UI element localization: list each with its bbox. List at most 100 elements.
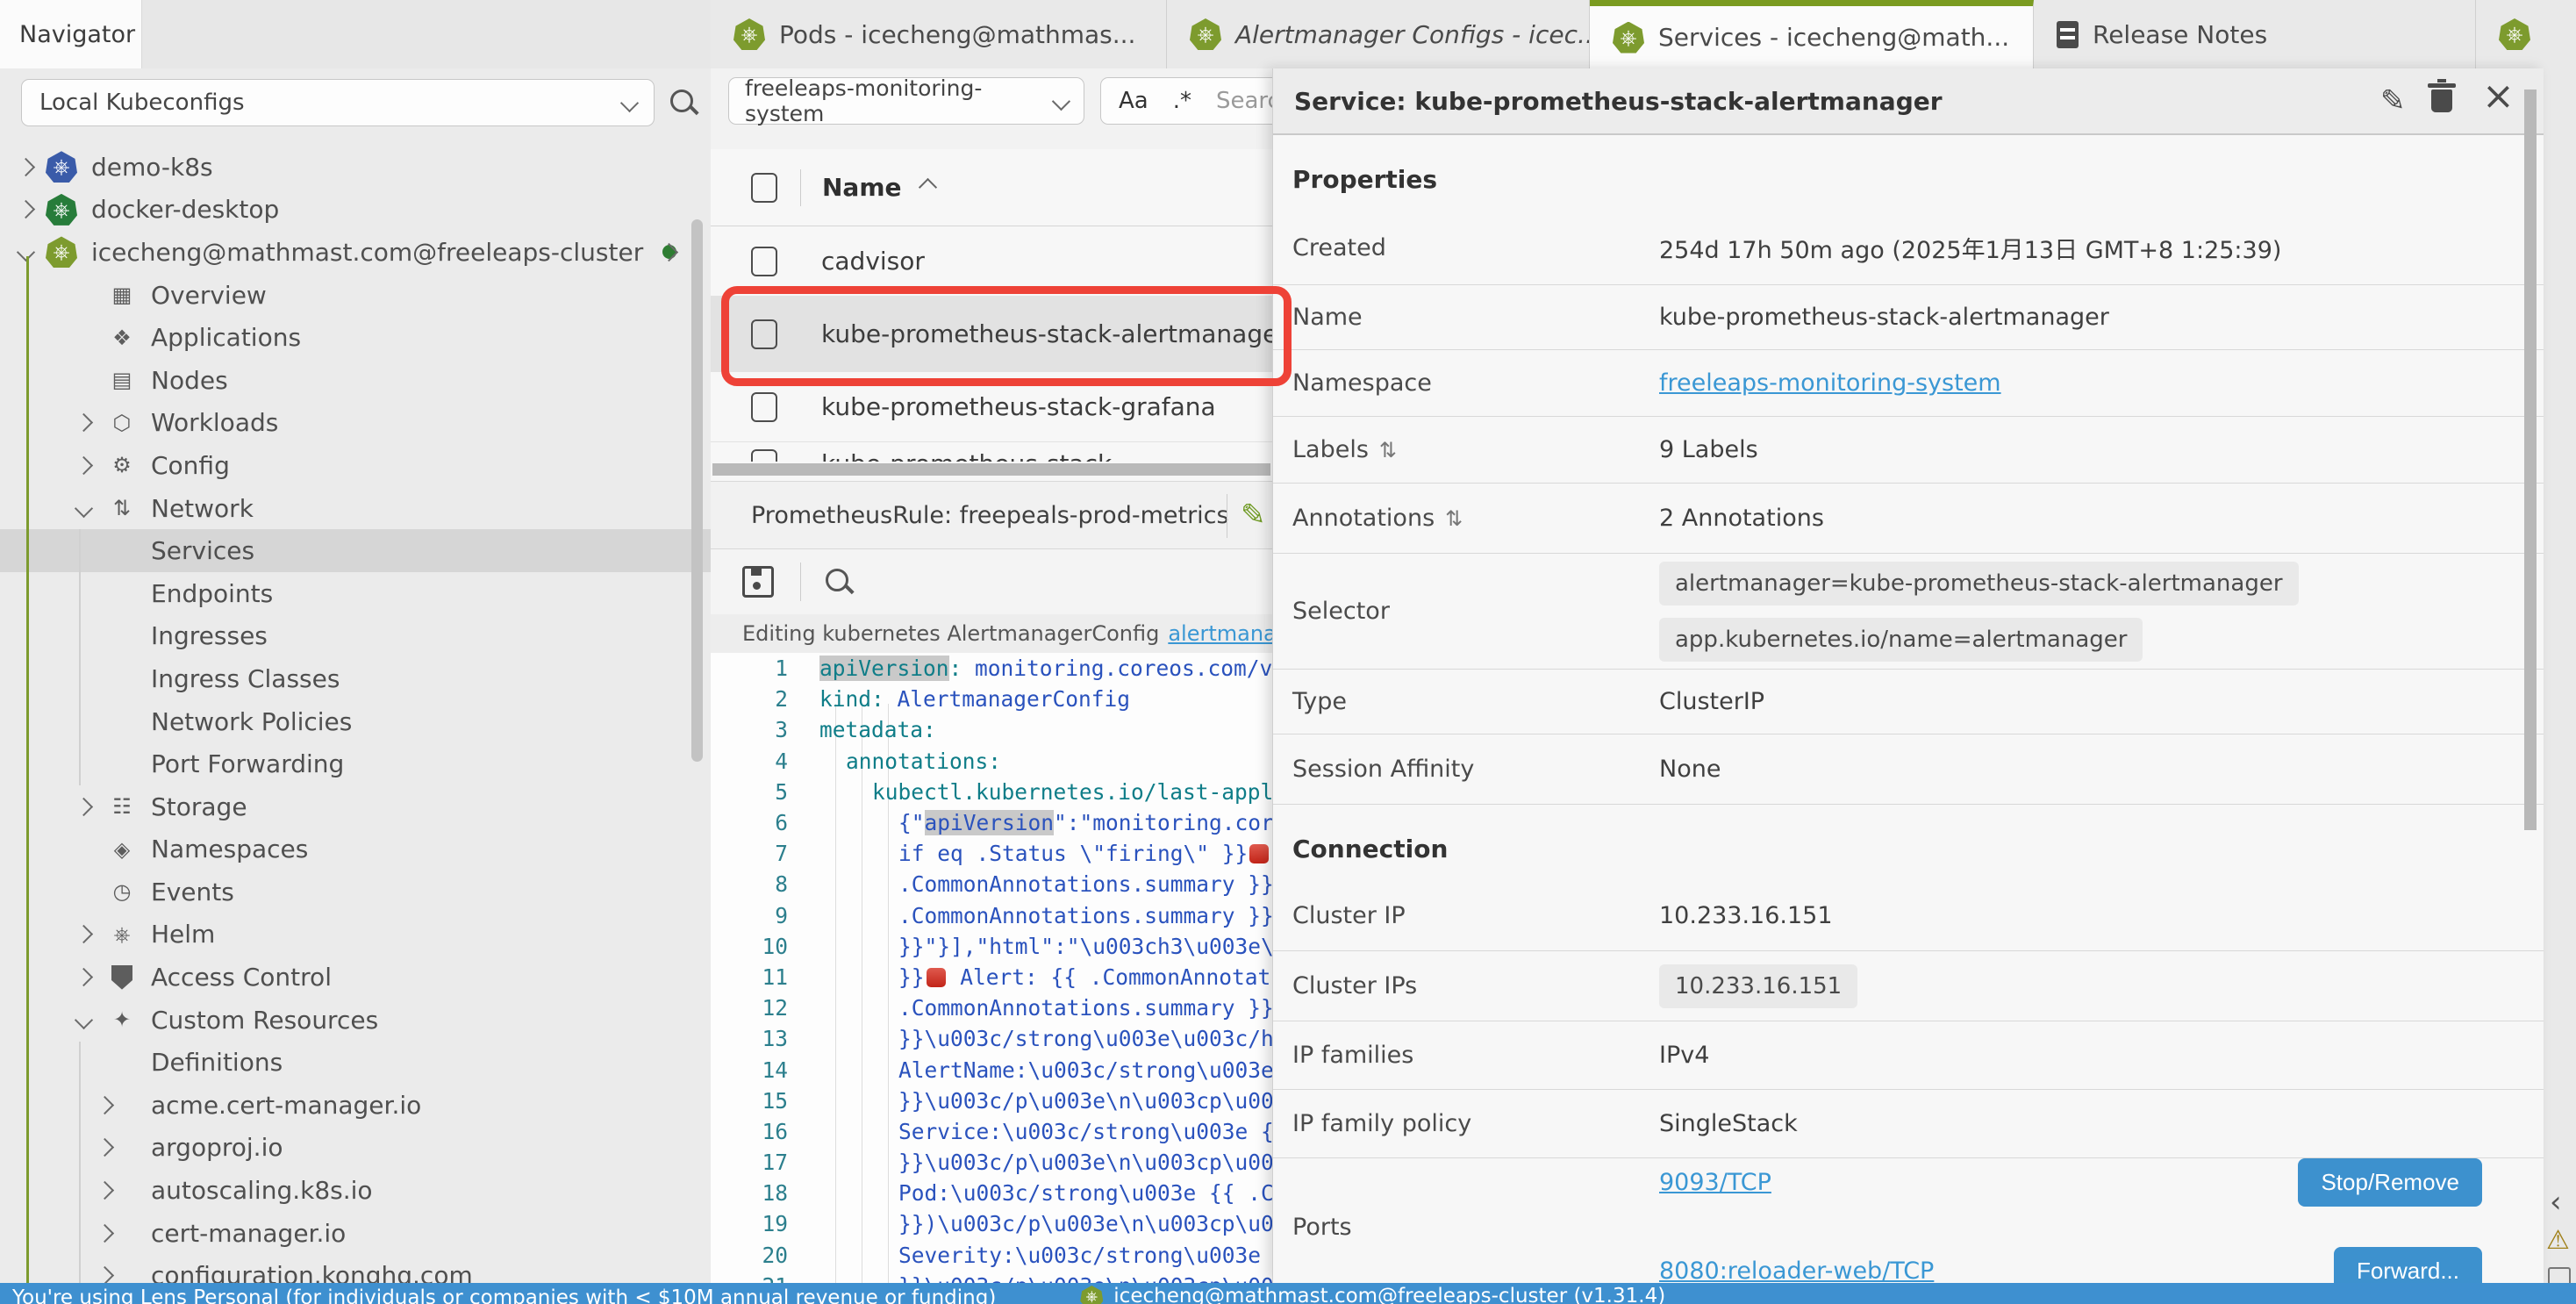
sidebar-item-workloads[interactable]: ⬡Workloads <box>0 402 711 445</box>
service-name: kube-prometheus-stack-grafana <box>821 392 1216 421</box>
sidebar-item-namespaces[interactable]: ◈Namespaces <box>0 828 711 871</box>
sidebar-item-config[interactable]: ⚙Config <box>0 444 711 487</box>
delete-trash-icon[interactable] <box>2431 90 2452 112</box>
port-link[interactable]: 8080:reloader-web/TCP <box>1659 1257 1934 1283</box>
sidebar-item-ingresses[interactable]: Ingresses <box>0 615 711 658</box>
property-label-text: Name <box>1292 304 1363 331</box>
sidebar-item-content: Ingress Classes <box>151 664 340 693</box>
sidebar-item-label: Port Forwarding <box>151 749 344 778</box>
sidebar-item-events[interactable]: ◷Events <box>0 871 711 914</box>
sidebar-item-label: docker-desktop <box>91 195 279 224</box>
collapse-left-icon[interactable]: ‹ <box>2550 1185 2562 1220</box>
service-name: cadvisor <box>821 247 925 276</box>
edit-pencil-icon[interactable]: ✎ <box>1241 500 1266 530</box>
sidebar-item-demo-k8s[interactable]: ⎈demo-k8s <box>0 146 711 189</box>
code-segment: metadata: <box>819 717 936 742</box>
code-segment: .CommonAnnotations.summary }} <box>898 903 1274 928</box>
sidebar-item-cert-manager-io[interactable]: cert-manager.io <box>0 1212 711 1255</box>
sidebar-item-icecheng-mathmast-com-freeleaps-cluster[interactable]: ⎈icecheng@mathmast.com@freeleaps-cluster <box>0 231 711 274</box>
chevron-right-icon[interactable] <box>96 1266 114 1283</box>
sidebar-item-custom-resources[interactable]: ✦Custom Resources <box>0 999 711 1042</box>
sidebar-item-label: Storage <box>151 792 247 821</box>
line-number: 13 <box>711 1026 788 1051</box>
tab-Alertmanager Configs - icec...[interactable]: ⎈Alertmanager Configs - icec... <box>1167 0 1590 68</box>
sidebar-item-nodes[interactable]: ▤Nodes <box>0 359 711 402</box>
name-column-header[interactable]: Name <box>822 173 902 202</box>
chevron-down-icon[interactable] <box>75 498 93 517</box>
tab-Pods - icecheng@mathmas...[interactable]: ⎈Pods - icecheng@mathmas... <box>711 0 1167 68</box>
sidebar-item-definitions[interactable]: Definitions <box>0 1041 711 1084</box>
kubernetes-icon: ⎈ <box>46 194 77 226</box>
property-row-ports: Ports9093/TCPStop/Remove8080:reloader-we… <box>1273 1158 2544 1283</box>
sidebar-item-network-policies[interactable]: Network Policies <box>0 700 711 743</box>
chevron-right-icon[interactable] <box>660 243 678 262</box>
chevron-right-icon[interactable] <box>75 413 93 432</box>
sidebar-item-helm[interactable]: ⎈Helm <box>0 914 711 957</box>
line-number: 8 <box>711 871 788 897</box>
tab-Release Notes[interactable]: Release Notes <box>2034 0 2476 68</box>
horizontal-scrollbar[interactable] <box>712 463 1270 476</box>
sort-toggle-icon[interactable]: ⇅ <box>1379 438 1397 462</box>
property-label-text: Cluster IPs <box>1292 972 1417 999</box>
sidebar-scrollbar[interactable] <box>691 219 703 762</box>
close-icon[interactable]: × <box>2482 77 2515 116</box>
sidebar-item-configuration-konghq-com[interactable]: configuration.konghq.com <box>0 1254 711 1283</box>
port-link[interactable]: 9093/TCP <box>1659 1169 1771 1196</box>
namespace-selector[interactable]: freeleaps-monitoring-system <box>728 77 1084 125</box>
select-all-checkbox[interactable] <box>751 173 777 203</box>
sidebar-item-network[interactable]: ⇅Network <box>0 487 711 530</box>
chevron-right-icon[interactable] <box>96 1224 114 1243</box>
chevron-right-icon[interactable] <box>75 968 93 986</box>
cluster-status[interactable]: ⎈ icecheng@mathmast.com@freeleaps-cluste… <box>1080 1285 1665 1304</box>
sidebar-item-autoscaling-k8s-io[interactable]: autoscaling.k8s.io <box>0 1169 711 1212</box>
tab-Services - icecheng@math...[interactable]: ⎈Services - icecheng@math...× <box>1590 0 2034 68</box>
sidebar-item-endpoints[interactable]: Endpoints <box>0 572 711 615</box>
sidebar-item-storage[interactable]: ☷Storage <box>0 785 711 828</box>
kubeconfig-selector[interactable]: Local Kubeconfigs <box>21 79 655 126</box>
sidebar-item-ingress-classes[interactable]: Ingress Classes <box>0 657 711 700</box>
port-forward-button[interactable]: Forward... <box>2334 1247 2482 1283</box>
code-text: Pod:\u003c/strong\u003e {{ .Co <box>788 1180 1287 1206</box>
chevron-right-icon[interactable] <box>75 456 93 475</box>
row-checkbox[interactable] <box>751 247 777 276</box>
sidebar-item-overview[interactable]: ▦Overview <box>0 274 711 317</box>
chevron-right-icon[interactable] <box>96 1096 114 1114</box>
code-segment: annotations: <box>846 749 1001 774</box>
chevron-right-icon[interactable] <box>17 158 35 176</box>
sidebar-item-argoproj-io[interactable]: argoproj.io <box>0 1127 711 1170</box>
sidebar-item-applications[interactable]: ❖Applications <box>0 316 711 359</box>
editor-search-icon[interactable] <box>824 567 854 597</box>
sidebar-item-docker-desktop[interactable]: ⎈ docker-desktop <box>0 189 711 232</box>
tab-partial[interactable]: ⎈ <box>2476 0 2576 68</box>
code-text: }}"}],"html":"\u003ch3\u003e\u <box>788 934 1287 959</box>
chevron-right-icon[interactable] <box>75 798 93 816</box>
chevron-right-icon[interactable] <box>17 200 35 219</box>
namespace-link[interactable]: freeleaps-monitoring-system <box>1659 369 2001 397</box>
search-icon[interactable] <box>669 88 698 118</box>
sidebar-item-access-control[interactable]: Access Control <box>0 956 711 999</box>
sidebar-item-acme-cert-manager-io[interactable]: acme.cert-manager.io <box>0 1084 711 1127</box>
sort-toggle-icon[interactable]: ⇅ <box>1445 506 1463 531</box>
save-icon[interactable] <box>742 566 774 598</box>
sidebar-item-content: ▤Nodes <box>107 366 228 395</box>
row-checkbox[interactable] <box>751 392 777 422</box>
code-text: }}\u003c/p\u003e\n\u003cp\u003 <box>788 1273 1287 1283</box>
sidebar-item-port-forwarding[interactable]: Port Forwarding <box>0 742 711 785</box>
chevron-right-icon[interactable] <box>96 1138 114 1157</box>
chevron-right-icon[interactable] <box>96 1181 114 1200</box>
chevron-right-icon[interactable] <box>75 925 93 943</box>
drawer-scrollbar[interactable] <box>2524 90 2537 830</box>
chevron-down-icon[interactable] <box>75 1011 93 1029</box>
regex-toggle[interactable]: .* <box>1173 88 1191 114</box>
chevron-down-icon <box>1052 91 1070 110</box>
row-checkbox[interactable] <box>751 449 777 462</box>
kubernetes-icon: ⎈ <box>46 236 77 268</box>
match-case-toggle[interactable]: Aa <box>1119 88 1148 114</box>
port-forward-button[interactable]: Stop/Remove <box>2298 1158 2482 1207</box>
edit-pencil-icon[interactable]: ✎ <box>2380 86 2406 116</box>
property-label: IP families <box>1292 1042 1659 1069</box>
navigator-tab[interactable]: Navigator <box>0 0 142 68</box>
kubernetes-icon: ⎈ <box>2499 18 2530 50</box>
sidebar-item-services[interactable]: Services <box>0 529 711 572</box>
sidebar-item-label: autoscaling.k8s.io <box>151 1176 373 1205</box>
